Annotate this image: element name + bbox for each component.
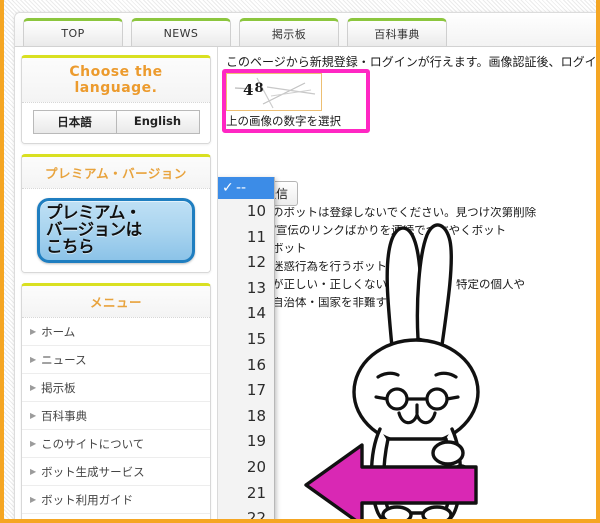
select-option-19[interactable]: 19 bbox=[218, 429, 274, 455]
menu-item-bot-guide-label: ボット利用ガイド bbox=[41, 492, 134, 507]
menu-item-bbs-label: 掲示板 bbox=[41, 380, 76, 395]
tab-encyclopedia-label: 百科事典 bbox=[374, 27, 420, 41]
rules-line-3: 傷を行うボット bbox=[226, 243, 596, 257]
language-button-japanese[interactable]: 日本語 bbox=[32, 110, 117, 134]
menu-item-home[interactable]: ▶ ホーム bbox=[22, 318, 210, 347]
language-button-group: 日本語 English bbox=[30, 110, 202, 134]
body-row: Choose the language. 日本語 English プレミアム・バ… bbox=[15, 47, 597, 519]
tab-bbs[interactable]: 掲示板 bbox=[239, 18, 339, 46]
premium-panel: プレミアム・バージョン プレミアム・ バージョンは こちら bbox=[21, 154, 211, 274]
chevron-right-icon: ▶ bbox=[30, 466, 37, 476]
tab-bar: TOP NEWS 掲示板 百科事典 bbox=[15, 13, 596, 47]
menu-item-news[interactable]: ▶ ニュース bbox=[22, 346, 210, 375]
intro-text: このページから新規登録・ログインが行えます。画像認証後、ログイ bbox=[226, 55, 597, 69]
captcha-digits: 48 bbox=[243, 81, 264, 99]
chevron-right-icon: ▶ bbox=[30, 326, 37, 336]
tab-bbs-label: 掲示板 bbox=[271, 27, 307, 41]
language-panel: Choose the language. 日本語 English bbox=[21, 55, 211, 144]
select-option-14[interactable]: 14 bbox=[218, 301, 274, 327]
menu-item-bbs[interactable]: ▶ 掲示板 bbox=[22, 374, 210, 403]
main-content: このページから新規登録・ログインが行えます。画像認証後、ログイ 48 上の画像の… bbox=[218, 47, 597, 519]
menu-panel: メニュー ▶ ホーム ▶ ニュース ▶ 掲示板 ▶ 百科事典 ▶ このサイトにつ… bbox=[21, 283, 211, 519]
tab-encyclopedia[interactable]: 百科事典 bbox=[347, 18, 447, 46]
captcha-digit-1: 4 bbox=[243, 81, 254, 99]
menu-item-about[interactable]: ▶ このサイトについて bbox=[22, 430, 210, 459]
captcha-image[interactable]: 48 bbox=[226, 73, 322, 111]
menu-item-bot-guide[interactable]: ▶ ボット利用ガイド bbox=[22, 486, 210, 515]
captcha-caption: 上の画像の数字を選択 bbox=[226, 114, 341, 128]
select-option-10[interactable]: 10 bbox=[218, 199, 274, 225]
menu-item-home-label: ホーム bbox=[41, 324, 76, 339]
tab-news[interactable]: NEWS bbox=[131, 18, 231, 46]
number-select-popup[interactable]: ✓ -- 10 11 12 13 14 15 16 17 18 19 20 21 … bbox=[218, 177, 275, 519]
menu-list: ▶ ホーム ▶ ニュース ▶ 掲示板 ▶ 百科事典 ▶ このサイトについて ▶ … bbox=[22, 318, 210, 519]
chevron-right-icon: ▶ bbox=[30, 410, 37, 420]
captcha-area: 48 上の画像の数字を選択 bbox=[226, 73, 368, 129]
magenta-left-arrow bbox=[304, 443, 478, 519]
rules-line-6: ・団体・自治体・国家を非難する行為 bbox=[226, 297, 422, 309]
menu-item-faq[interactable]: ▶ よくあるお問い合わせ bbox=[22, 514, 210, 519]
select-option-16[interactable]: 16 bbox=[218, 353, 274, 379]
select-option-18[interactable]: 18 bbox=[218, 404, 274, 430]
rules-line-5: きの内容が正しい・正しくないに関係なく、特定の個人や bbox=[226, 279, 525, 291]
language-button-english[interactable]: English bbox=[116, 110, 200, 134]
chevron-right-icon: ▶ bbox=[30, 354, 37, 364]
rules-line-1: うな目的のボットは登録しないでください。見つけ次第削除 bbox=[226, 207, 537, 219]
chevron-right-icon: ▶ bbox=[30, 494, 37, 504]
rules-line-2: リエイト/宣伝のリンクばかりを連続でつぶやくボット bbox=[226, 225, 507, 237]
chevron-right-icon: ▶ bbox=[30, 438, 37, 448]
language-panel-title: Choose the language. bbox=[22, 58, 210, 103]
tab-top-label: TOP bbox=[61, 27, 85, 40]
select-option-17[interactable]: 17 bbox=[218, 378, 274, 404]
premium-panel-title: プレミアム・バージョン bbox=[22, 157, 210, 189]
select-option-22[interactable]: 22 bbox=[218, 506, 274, 519]
check-icon: ✓ bbox=[222, 180, 234, 196]
select-option-21[interactable]: 21 bbox=[218, 481, 274, 507]
captcha-digit-2: 8 bbox=[254, 81, 264, 96]
menu-item-about-label: このサイトについて bbox=[41, 436, 145, 451]
premium-panel-body: プレミアム・ バージョンは こちら bbox=[22, 189, 210, 273]
menu-item-bot-creation[interactable]: ▶ ボット生成サービス bbox=[22, 458, 210, 487]
background-hatch-left bbox=[4, 0, 14, 519]
select-option-13[interactable]: 13 bbox=[218, 276, 274, 302]
content-card: TOP NEWS 掲示板 百科事典 Choose the language. 日… bbox=[14, 12, 597, 519]
select-option-20[interactable]: 20 bbox=[218, 455, 274, 481]
select-option-11[interactable]: 11 bbox=[218, 225, 274, 251]
select-option-selected-label: -- bbox=[236, 180, 247, 196]
premium-banner-line3: こちら bbox=[46, 236, 95, 256]
menu-item-news-label: ニュース bbox=[41, 352, 87, 367]
sidebar: Choose the language. 日本語 English プレミアム・バ… bbox=[15, 47, 218, 519]
menu-panel-title: メニュー bbox=[22, 286, 210, 319]
premium-banner-button[interactable]: プレミアム・ バージョンは こちら bbox=[37, 198, 195, 264]
rules-line-4: ュタグで迷惑行為を行うボット bbox=[226, 261, 387, 273]
menu-item-bot-creation-label: ボット生成サービス bbox=[41, 464, 145, 479]
language-panel-body: 日本語 English bbox=[22, 103, 210, 143]
menu-item-encyclopedia-label: 百科事典 bbox=[41, 408, 88, 423]
select-option-15[interactable]: 15 bbox=[218, 327, 274, 353]
rules-text-block: うな目的のボットは登録しないでください。見つけ次第削除 リエイト/宣伝のリンクば… bbox=[226, 207, 596, 315]
select-option-selected[interactable]: ✓ -- bbox=[218, 177, 274, 199]
menu-item-encyclopedia[interactable]: ▶ 百科事典 bbox=[22, 402, 210, 431]
captcha-noise-lines bbox=[234, 77, 316, 109]
tab-top[interactable]: TOP bbox=[23, 18, 123, 46]
tab-news-label: NEWS bbox=[163, 27, 199, 40]
page-frame: TOP NEWS 掲示板 百科事典 Choose the language. 日… bbox=[0, 0, 600, 523]
select-option-12[interactable]: 12 bbox=[218, 250, 274, 276]
chevron-right-icon: ▶ bbox=[30, 382, 37, 392]
